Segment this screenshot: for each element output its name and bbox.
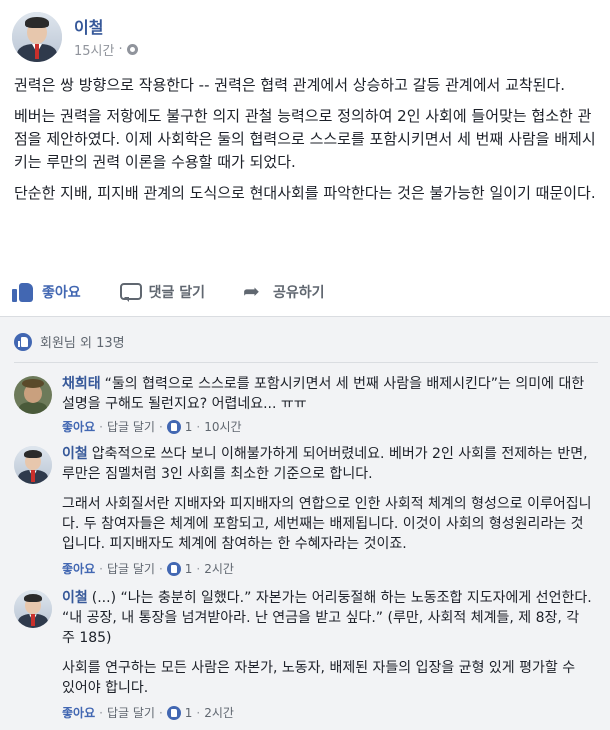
comment-item: 이철 (...) “나는 충분히 일했다.” 자본가는 어리둥절해 하는 노동조합… — [14, 588, 598, 724]
post-meta: 15시간 · — [74, 40, 138, 59]
comment-button[interactable]: 댓글 달기 — [119, 278, 205, 306]
post-body: 권력은 쌍 방향으로 작용한다 -- 권력은 협력 관계에서 상승하고 갈등 관… — [14, 74, 598, 213]
like-label: 좋아요 — [42, 285, 81, 301]
comment-like-link[interactable]: 좋아요 — [62, 418, 95, 435]
like-badge-icon — [166, 561, 181, 576]
thumbs-up-icon — [12, 281, 34, 303]
commenter-name[interactable]: 이철 — [62, 446, 88, 462]
like-badge-icon — [14, 332, 32, 351]
comment-reply-link[interactable]: 답글 달기 — [107, 560, 155, 577]
share-button[interactable]: 공유하기 — [243, 278, 325, 306]
comment-like-count[interactable]: 1 — [185, 562, 193, 576]
post-header: 이철 15시간 · — [12, 12, 592, 64]
comment-like-count[interactable]: 1 — [185, 706, 193, 720]
like-badge-icon — [166, 419, 181, 434]
author-avatar[interactable] — [12, 12, 62, 62]
commenter-avatar[interactable] — [14, 446, 52, 484]
comment-reply-link[interactable]: 답글 달기 — [107, 704, 155, 721]
commenter-name[interactable]: 이철 — [62, 590, 88, 606]
post-time[interactable]: 15시간 — [74, 40, 114, 59]
share-icon — [243, 279, 265, 303]
comment-time[interactable]: 10시간 — [204, 418, 241, 435]
comment-actions: 좋아요 · 답글 달기 · 1 · 2시간 — [62, 704, 234, 721]
comment-body: 그래서 사회질서란 지배자와 피지배자의 연합으로 인한 사회적 체계의 형성으… — [62, 496, 592, 552]
comment-reply-link[interactable]: 답글 달기 — [107, 418, 155, 435]
likes-summary[interactable]: 회원님 외 13명 — [14, 332, 125, 351]
comment-body: 압축적으로 쓰다 보니 이해불가하게 되어버렸네요. 베버가 2인 사회를 전제… — [62, 446, 588, 482]
comment-time[interactable]: 2시간 — [204, 560, 234, 577]
comment-actions: 좋아요 · 답글 달기 · 1 · 2시간 — [62, 560, 234, 577]
comment-time[interactable]: 2시간 — [204, 704, 234, 721]
likes-summary-text: 회원님 외 13명 — [40, 336, 125, 351]
post-actions: 좋아요 댓글 달기 공유하기 — [12, 278, 598, 306]
comment-like-link[interactable]: 좋아요 — [62, 560, 95, 577]
commenter-avatar[interactable] — [14, 590, 52, 628]
comment-actions: 좋아요 · 답글 달기 · 1 · 10시간 — [62, 418, 242, 435]
share-label: 공유하기 — [273, 285, 325, 301]
post-paragraph: 권력은 쌍 방향으로 작용한다 -- 권력은 협력 관계에서 상승하고 갈등 관… — [14, 76, 566, 94]
comment-body: (...) “나는 충분히 일했다.” 자본가는 어리둥절해 하는 노동조합 지… — [62, 590, 592, 646]
comment-item: 이철 압축적으로 쓰다 보니 이해불가하게 되어버렸네요. 베버가 2인 사회를 … — [14, 444, 598, 584]
commenter-name[interactable]: 채희태 — [62, 376, 101, 392]
comment-text: 채희태 “둘의 협력으로 스스로를 포함시키면서 세 번째 사람을 배제시킨다”는… — [62, 374, 592, 424]
comment-item: 채희태 “둘의 협력으로 스스로를 포함시키면서 세 번째 사람을 배제시킨다”는… — [14, 374, 598, 434]
meta-separator: · — [118, 42, 123, 57]
comment-like-count[interactable]: 1 — [185, 420, 193, 434]
comment-body: 사회를 연구하는 모든 사람은 자본가, 노동자, 배제된 자들의 입장을 균형… — [62, 660, 576, 696]
comment-like-link[interactable]: 좋아요 — [62, 704, 95, 721]
commenter-avatar[interactable] — [14, 376, 52, 414]
post-paragraph: 단순한 지배, 피지배 관계의 도식으로 현대사회를 파악한다는 것은 불가능한… — [14, 184, 596, 202]
post-card: 이철 15시간 · 권력은 쌍 방향으로 작용한다 -- 권력은 협력 관계에서… — [0, 0, 610, 730]
comment-label: 댓글 달기 — [148, 285, 206, 301]
comment-text: 이철 (...) “나는 충분히 일했다.” 자본가는 어리둥절해 하는 노동조합… — [62, 588, 592, 708]
comment-body: “둘의 협력으로 스스로를 포함시키면서 세 번째 사람을 배제시킨다”는 의미… — [62, 376, 585, 412]
post-paragraph: 베버는 권력을 저항에도 불구한 의지 관철 능력으로 정의하여 2인 사회에 … — [14, 107, 596, 171]
comment-text: 이철 압축적으로 쓰다 보니 이해불가하게 되어버렸네요. 베버가 2인 사회를 … — [62, 444, 592, 564]
like-badge-icon — [166, 705, 181, 720]
author-name[interactable]: 이철 — [74, 14, 103, 38]
comment-icon — [119, 281, 142, 303]
globe-icon[interactable] — [126, 44, 138, 55]
like-button[interactable]: 좋아요 — [12, 278, 81, 306]
divider — [14, 362, 598, 363]
